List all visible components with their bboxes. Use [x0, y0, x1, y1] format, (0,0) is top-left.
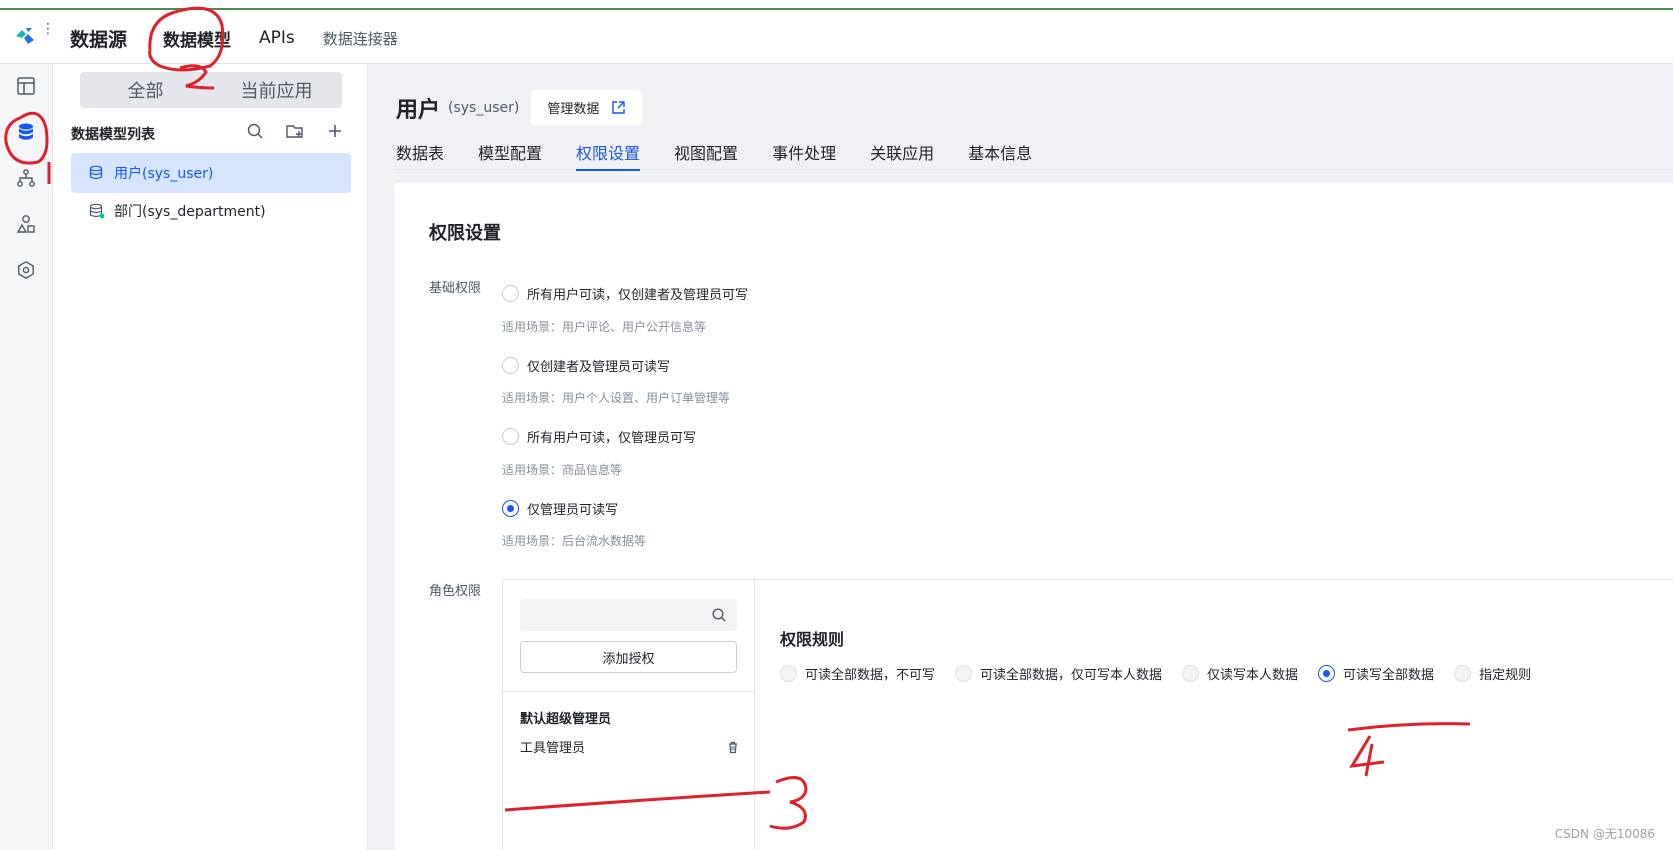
model-title: 用户	[396, 97, 441, 123]
model-item-sys-department[interactable]: 部门(sys_department)	[71, 191, 351, 231]
basic-option-label: 仅创建者及管理员可读写	[527, 360, 671, 375]
external-link-icon	[612, 101, 626, 114]
tab-events[interactable]: 事件处理	[772, 140, 836, 170]
tab-related-apps[interactable]: 关联应用	[870, 140, 934, 170]
manage-data-label: 管理数据	[547, 102, 600, 117]
role-permission-box: 添加授权 默认超级管理员 工具管理员 权限规则 可读全部数据，不可写 可读全部数…	[502, 579, 1673, 850]
role-group-title: 默认超级管理员	[520, 712, 612, 727]
basic-option-hint: 适用场景：用户评论、用户公开信息等	[502, 320, 707, 334]
radio-icon[interactable]	[502, 357, 519, 374]
radio-icon[interactable]	[502, 285, 519, 302]
basic-option-hint: 适用场景：后台流水数据等	[502, 534, 647, 548]
basic-option-hint: 适用场景：商品信息等	[502, 463, 623, 477]
tab-apis[interactable]: APIs	[259, 28, 295, 48]
tab-permissions[interactable]: 权限设置	[576, 140, 641, 171]
rule-option-4[interactable]: 可读写全部数据	[1318, 664, 1434, 683]
model-item-label: 部门(sys_department)	[114, 204, 266, 220]
settings-icon[interactable]	[16, 260, 36, 280]
rule-option-1[interactable]: 可读全部数据，不可写	[780, 664, 935, 683]
search-icon	[712, 608, 726, 622]
top-accent-line	[0, 0, 1673, 10]
basic-option-label: 所有用户可读，仅创建者及管理员可写	[527, 288, 749, 303]
database-icon[interactable]	[16, 122, 36, 142]
tab-connectors[interactable]: 数据连接器	[323, 28, 398, 49]
scope-segmented-control: 全部 当前应用	[80, 72, 342, 108]
divider	[503, 691, 755, 692]
role-item[interactable]: 工具管理员	[520, 737, 740, 756]
model-side-panel: 全部 当前应用 数据模型列表 用户(sys_user) 部门(sys_depar…	[53, 64, 368, 850]
rule-option-label: 指定规则	[1479, 668, 1532, 683]
rule-title: 权限规则	[780, 630, 845, 649]
basic-permission-label: 基础权限	[429, 281, 482, 296]
basic-option-4[interactable]: 仅管理员可读写	[502, 499, 618, 518]
app-window: ⋮ 数据源 数据模型 APIs 数据连接器 全部 当前应用 数据模型列表 用户(…	[0, 0, 1673, 850]
radio-icon[interactable]	[1454, 665, 1472, 682]
page-title: 数据源	[70, 28, 128, 51]
role-search-input[interactable]	[520, 599, 737, 631]
segment-current-app[interactable]: 当前应用	[211, 72, 342, 108]
role-permission-label: 角色权限	[429, 584, 482, 599]
add-icon[interactable]	[325, 121, 345, 141]
basic-option-1[interactable]: 所有用户可读，仅创建者及管理员可写	[502, 284, 748, 303]
model-list-title: 数据模型列表	[71, 127, 155, 143]
rule-option-5[interactable]: 指定规则	[1454, 664, 1531, 683]
flow-icon[interactable]	[16, 168, 36, 188]
radio-icon[interactable]	[1182, 665, 1200, 682]
basic-option-hint: 适用场景：用户个人设置、用户订单管理等	[502, 391, 731, 405]
tab-view-config[interactable]: 视图配置	[674, 140, 738, 170]
model-tabs: 数据表 模型配置 权限设置 视图配置 事件处理 关联应用 基本信息	[396, 140, 1673, 171]
rule-option-label: 可读全部数据，仅可写本人数据	[980, 668, 1163, 683]
radio-icon[interactable]	[780, 665, 797, 682]
table-model-icon	[89, 203, 105, 219]
tab-model-config[interactable]: 模型配置	[478, 140, 542, 170]
watermark: CSDN @无10086	[1554, 827, 1655, 841]
add-authorization-button[interactable]: 添加授权	[520, 641, 737, 673]
radio-icon[interactable]	[502, 500, 519, 517]
rule-option-label: 仅读写本人数据	[1207, 668, 1299, 683]
search-icon[interactable]	[245, 121, 265, 141]
segment-all[interactable]: 全部	[80, 72, 211, 108]
main-content: 用户 (sys_user) 管理数据 数据表 模型配置 权限设置 视图配置 事件…	[368, 64, 1673, 850]
top-bar: ⋮ 数据源 数据模型 APIs 数据连接器	[0, 10, 1673, 64]
radio-icon[interactable]	[955, 665, 973, 682]
basic-option-label: 所有用户可读，仅管理员可写	[527, 431, 697, 446]
tab-data-model[interactable]: 数据模型	[163, 26, 231, 51]
new-folder-icon[interactable]	[285, 121, 305, 141]
role-item-label: 工具管理员	[520, 741, 586, 756]
role-list: 添加授权 默认超级管理员 工具管理员	[503, 580, 755, 850]
table-model-icon	[89, 165, 103, 180]
shapes-icon[interactable]	[16, 214, 36, 234]
model-item-label: 用户(sys_user)	[114, 166, 214, 182]
basic-option-label: 仅管理员可读写	[527, 503, 619, 518]
app-logo-icon[interactable]	[14, 26, 36, 46]
tab-basic-info[interactable]: 基本信息	[968, 140, 1032, 170]
basic-option-3[interactable]: 所有用户可读，仅管理员可写	[502, 427, 696, 446]
permission-card: 权限设置 基础权限 所有用户可读，仅创建者及管理员可写 适用场景：用户评论、用户…	[394, 183, 1673, 850]
rule-option-3[interactable]: 仅读写本人数据	[1182, 664, 1298, 683]
rule-option-label: 可读全部数据，不可写	[805, 668, 936, 683]
more-icon[interactable]: ⋮	[41, 22, 55, 36]
layout-icon[interactable]	[16, 76, 36, 96]
manage-data-button[interactable]: 管理数据	[531, 90, 643, 125]
tab-data-table[interactable]: 数据表	[396, 140, 444, 170]
rule-options: 可读全部数据，不可写 可读全部数据，仅可写本人数据 仅读写本人数据 可读写全部数…	[780, 664, 1551, 683]
basic-option-2[interactable]: 仅创建者及管理员可读写	[502, 356, 670, 375]
left-rail	[0, 64, 53, 850]
model-item-sys-user[interactable]: 用户(sys_user)	[71, 153, 351, 193]
permission-title: 权限设置	[429, 223, 501, 244]
trash-icon[interactable]	[726, 740, 740, 754]
rule-option-2[interactable]: 可读全部数据，仅可写本人数据	[955, 664, 1162, 683]
model-subtitle: (sys_user)	[448, 99, 520, 116]
radio-icon[interactable]	[1318, 665, 1336, 682]
rule-option-label: 可读写全部数据	[1343, 668, 1435, 683]
radio-icon[interactable]	[502, 428, 519, 445]
